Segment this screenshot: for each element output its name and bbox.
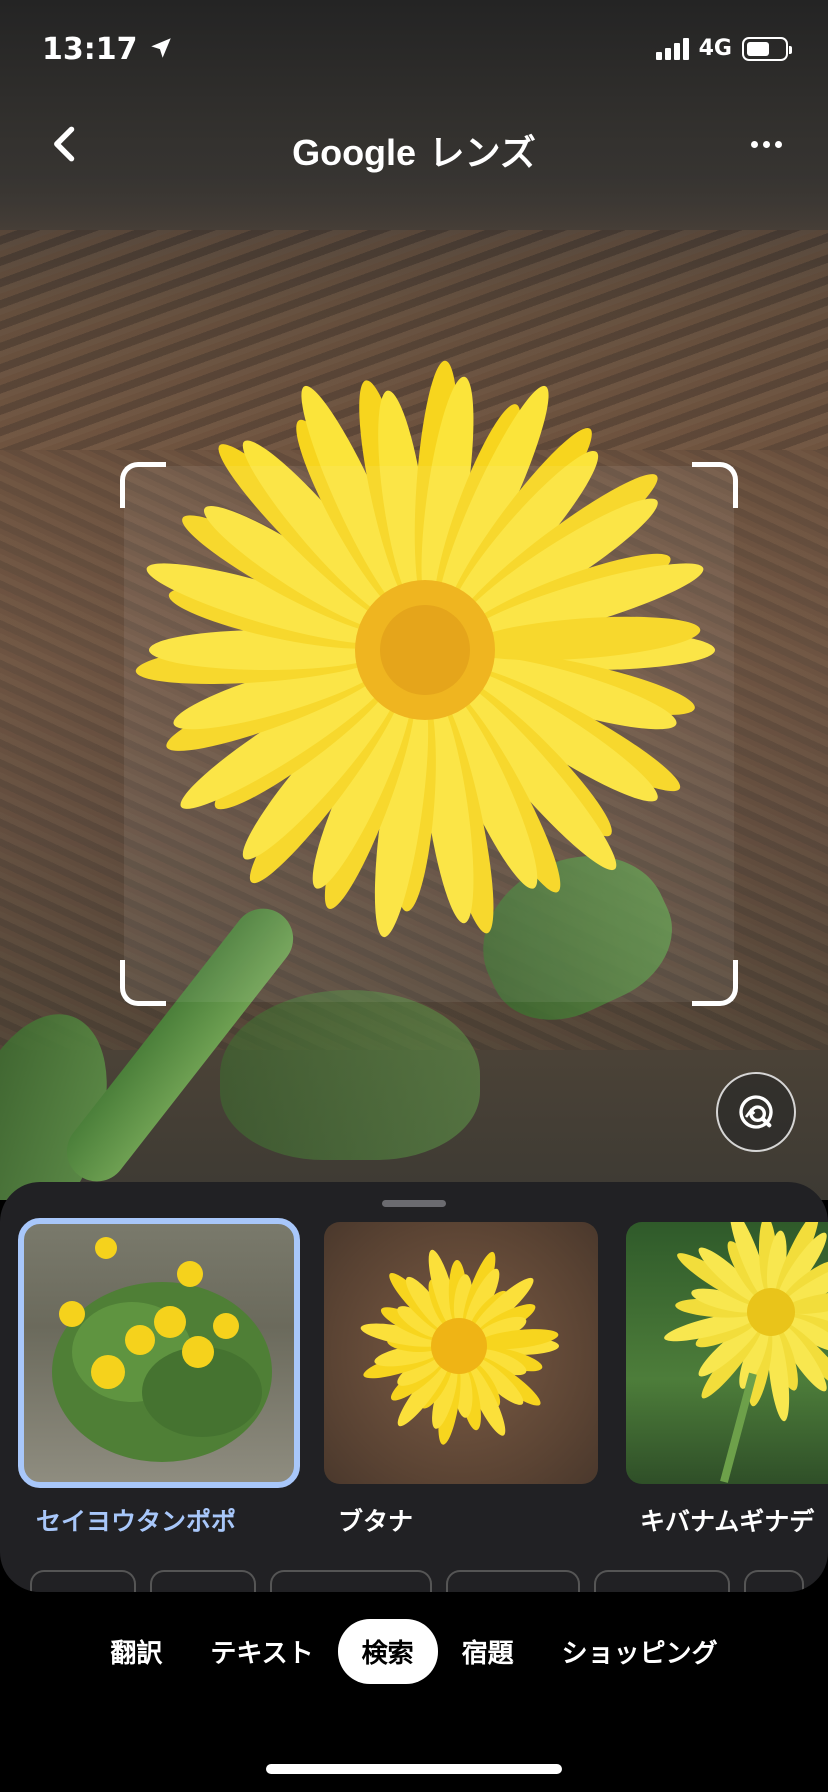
result-label[interactable]: セイヨウタンポポ	[22, 1502, 296, 1538]
results-carousel[interactable]: セイヨウタンポポ ブタナ キバナムギナデ	[18, 1218, 828, 1538]
result-thumbnail[interactable]	[324, 1222, 598, 1484]
more-options-button[interactable]	[744, 122, 788, 166]
tab-text[interactable]: テキスト	[186, 1619, 337, 1684]
flower-image	[664, 1222, 828, 1483]
page-title: Google レンズ	[0, 124, 828, 176]
battery-icon	[742, 36, 792, 61]
mode-tabs: 翻訳 テキスト 検索 宿題 ショッピング	[0, 1616, 828, 1686]
result-card[interactable]: セイヨウタンポポ	[18, 1218, 300, 1538]
image-search-icon	[739, 1095, 773, 1129]
status-time: 13:17	[42, 32, 174, 67]
tab-search[interactable]: 検索	[337, 1618, 438, 1684]
filter-chips-row	[30, 1570, 804, 1592]
frame-corner[interactable]	[692, 960, 738, 1006]
network-type: 4G	[698, 36, 732, 61]
filter-chip[interactable]	[446, 1570, 580, 1592]
result-card[interactable]: キバナムギナデ	[626, 1222, 828, 1538]
frame-corner[interactable]	[692, 462, 738, 508]
search-in-image-button[interactable]	[716, 1072, 796, 1152]
results-sheet[interactable]: セイヨウタンポポ ブタナ キバナムギナデ	[0, 1182, 828, 1592]
location-arrow-icon	[151, 38, 171, 58]
title-suffix: レンズ	[428, 133, 536, 174]
sheet-drag-handle[interactable]	[382, 1200, 446, 1207]
google-logo: Google	[292, 132, 417, 173]
home-indicator[interactable]	[266, 1764, 562, 1774]
tab-translate[interactable]: 翻訳	[86, 1619, 186, 1684]
result-label[interactable]: ブタナ	[324, 1502, 598, 1538]
filter-chip[interactable]	[744, 1570, 804, 1592]
tab-shopping[interactable]: ショッピング	[538, 1619, 742, 1684]
app-header: Google レンズ	[0, 112, 828, 178]
camera-view	[0, 0, 828, 1200]
filter-chip[interactable]	[30, 1570, 136, 1592]
flower-image	[360, 1249, 559, 1445]
result-thumbnail[interactable]	[18, 1218, 300, 1488]
result-thumbnail[interactable]	[626, 1222, 828, 1484]
frame-corner[interactable]	[120, 960, 166, 1006]
result-label[interactable]: キバナムギナデ	[626, 1502, 828, 1538]
status-bar: 13:17 4G	[0, 0, 828, 100]
filter-chip[interactable]	[270, 1570, 432, 1592]
tab-homework[interactable]: 宿題	[438, 1619, 538, 1684]
filter-chip[interactable]	[150, 1570, 256, 1592]
filter-chip[interactable]	[594, 1570, 730, 1592]
result-card[interactable]: ブタナ	[324, 1222, 598, 1538]
dandelion-cluster-image	[52, 1237, 272, 1462]
selection-frame[interactable]	[120, 462, 738, 1006]
cellular-signal-icon	[655, 37, 689, 60]
frame-corner[interactable]	[120, 462, 166, 508]
